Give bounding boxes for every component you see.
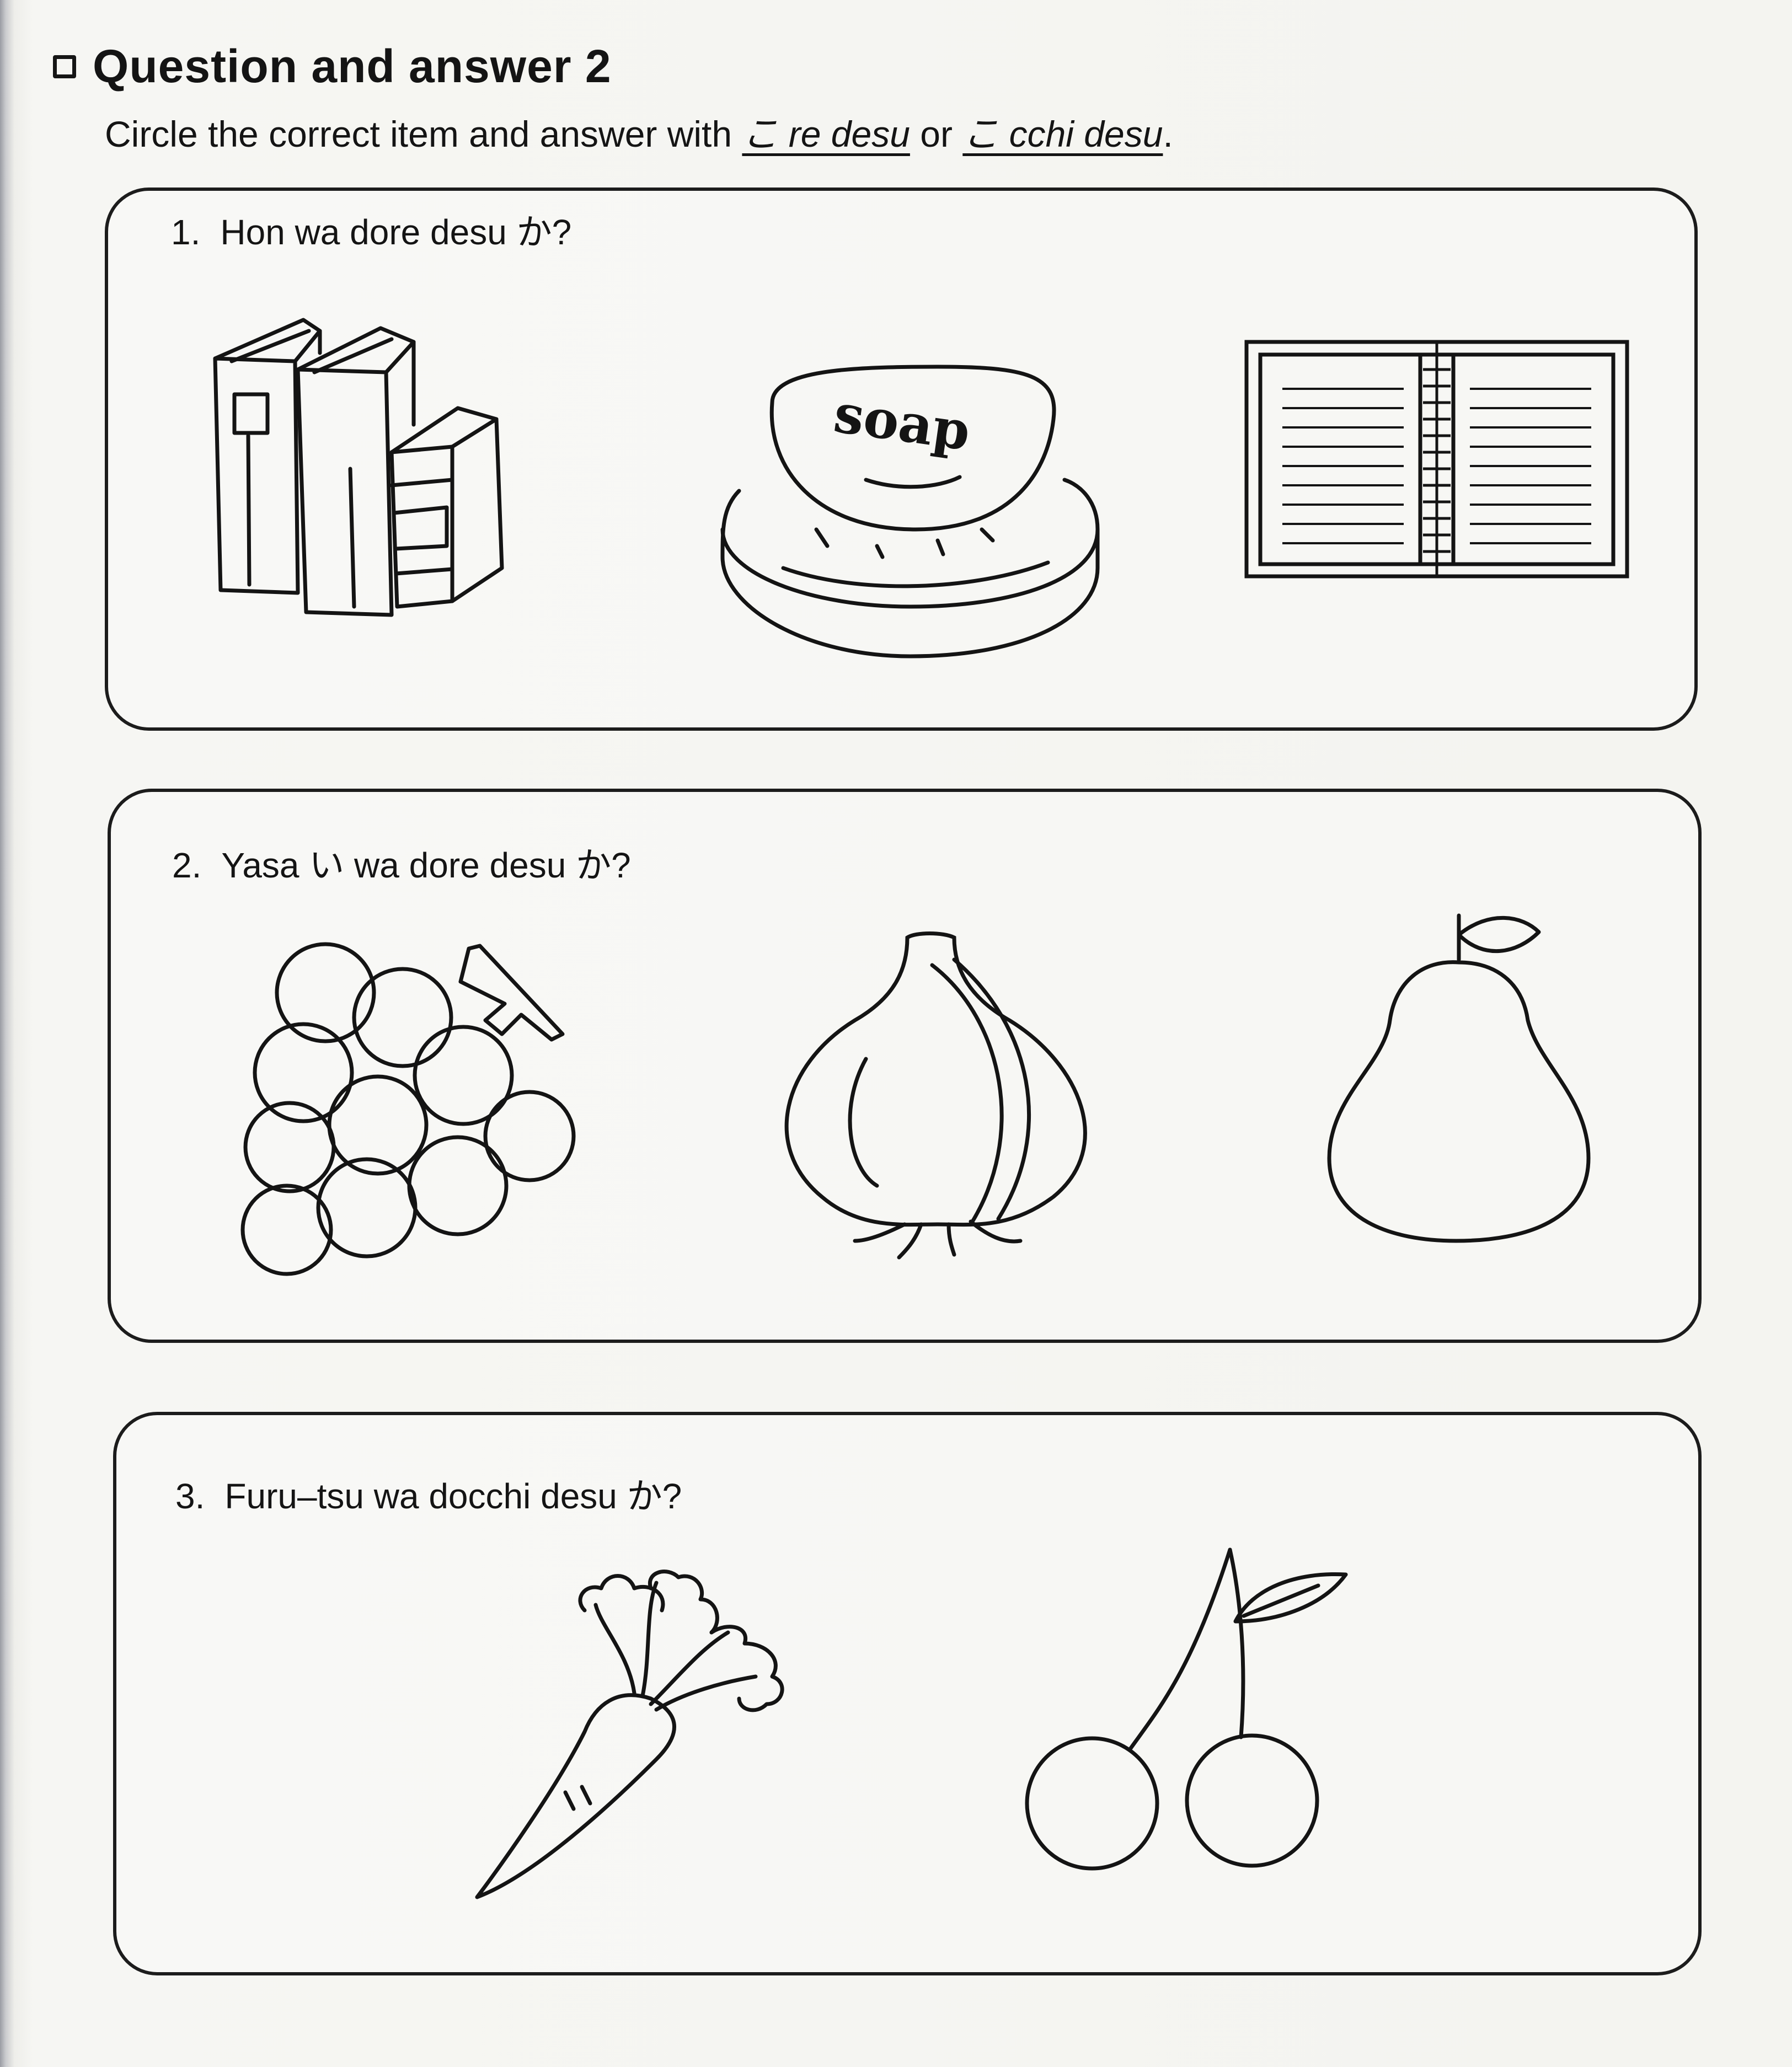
instruction-end: . bbox=[1163, 114, 1173, 154]
soap-icon[interactable]: soap bbox=[717, 364, 1103, 662]
question-2: 2. Yasa い wa dore desu か? bbox=[172, 837, 631, 888]
question-number: 1. bbox=[171, 212, 201, 252]
question-text: Yasa い wa dore desu か? bbox=[221, 845, 631, 885]
question-number: 3. bbox=[175, 1476, 205, 1516]
page-title: Question and answer 2 bbox=[93, 40, 612, 92]
question-text: Hon wa dore desu か? bbox=[220, 212, 572, 252]
notebook-icon[interactable] bbox=[1244, 339, 1630, 579]
cherries-icon[interactable] bbox=[1020, 1544, 1329, 1875]
instruction-prefix: Circle the correct item and answer with bbox=[105, 114, 742, 154]
books-icon[interactable] bbox=[210, 314, 541, 623]
soap-label: soap bbox=[830, 382, 974, 463]
question-number: 2. bbox=[172, 845, 202, 885]
checkbox-icon[interactable] bbox=[53, 55, 76, 78]
section-heading: Question and answer 2 bbox=[53, 40, 612, 93]
question-3: 3. Furu–tsu wa docchi desu か? bbox=[175, 1468, 682, 1519]
answer-option-kore: こ re desu bbox=[742, 114, 910, 154]
answer-option-kocchi: こ cchi desu bbox=[962, 114, 1163, 154]
instruction-or: or bbox=[910, 114, 963, 154]
question-1: 1. Hon wa dore desu か? bbox=[171, 204, 571, 255]
onion-icon[interactable] bbox=[772, 927, 1098, 1257]
pear-icon[interactable] bbox=[1324, 910, 1600, 1246]
worksheet-page: Question and answer 2 Circle the correct… bbox=[0, 0, 1792, 2067]
instruction-text: Circle the correct item and answer with … bbox=[105, 105, 1173, 158]
grapes-icon[interactable] bbox=[243, 938, 579, 1279]
carrot-icon[interactable] bbox=[469, 1566, 794, 1908]
question-text: Furu–tsu wa docchi desu か? bbox=[224, 1476, 682, 1516]
